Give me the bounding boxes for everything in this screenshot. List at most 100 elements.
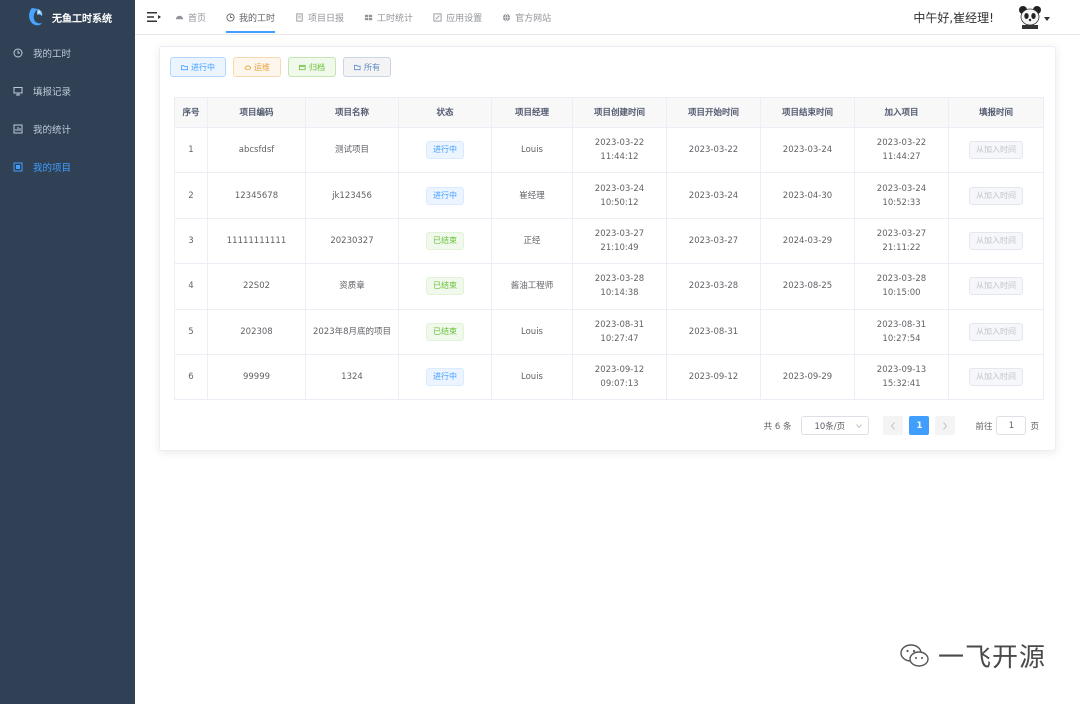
cell-start: 2023-08-31 [666,308,761,355]
settings-icon [433,12,442,22]
filter-button-3[interactable]: 归档 [288,57,336,77]
project-card: 进行中 运维 归档 所有 序号 项目编码 项目名称 状态 项目经理 项目创建时间 项目开始时间 项目… [159,46,1056,451]
project-table: 序号 项目编码 项目名称 状态 项目经理 项目创建时间 项目开始时间 项目结束时间 加入项目 填报… [174,97,1044,401]
column-header: 加入项目 [854,97,949,128]
chevron-left-icon [891,421,896,430]
wechat-icon [900,643,929,667]
cell-joined: 2023-03-22 11:44:27 [854,126,949,174]
filter-button-4[interactable]: 所有 [343,57,391,77]
cell-name: 20230327 [305,217,399,265]
goto-page-input[interactable] [996,416,1027,435]
cell-end: 2023-09-29 [760,353,855,401]
cell-created: 2023-03-27 21:10:49 [572,217,667,265]
filter-button-label: 所有 [364,62,380,72]
chart-icon [13,124,23,134]
table-row: 6 99999 1324 进行中 Louis 2023-09-12 09:07:13 202… [174,353,1044,401]
nav-tab-4[interactable]: 工时统计 [364,0,413,35]
panda-avatar-icon [1019,6,1041,29]
goto-label: 前往 [975,421,993,432]
top-navbar: 首页 我的工时 项目日报 工时统计 应用设置 官方网站 中午好,崔经理! [135,0,1080,35]
cell-status: 已结束 [398,308,492,355]
table-row: 5 202308 2023年8月底的项目 已结束 Louis 2023-08-31 10:… [174,308,1044,355]
app-title: 无鱼工时系统 [52,13,112,25]
brand[interactable]: 无鱼工时系统 [0,0,135,34]
page-number-current[interactable]: 1 [909,416,930,435]
column-header: 填报时间 [948,97,1044,128]
cell-action: 从加入时间 [948,172,1044,219]
nav-tab-label: 项目日报 [308,13,345,24]
cell-joined: 2023-03-24 10:52:33 [854,172,949,219]
nav-tab-6[interactable]: 官方网站 [502,0,551,35]
fill-time-button[interactable]: 从加入时间 [969,368,1023,387]
filter-button-1[interactable]: 进行中 [170,57,226,77]
nav-tab-5[interactable]: 应用设置 [433,0,482,35]
table-row: 2 12345678 jk123456 进行中 崔经理 2023-03-24 10:50:… [174,172,1044,219]
fill-time-button[interactable]: 从加入时间 [969,277,1023,296]
cell-manager: Louis [491,308,573,355]
fill-time-button[interactable]: 从加入时间 [969,141,1023,160]
cell-created: 2023-03-24 10:50:12 [572,172,667,219]
cell-no: 3 [174,217,208,265]
cell-manager: 酱油工程师 [491,263,573,310]
cell-end: 2024-03-29 [760,217,855,265]
nav-tab-label: 官方网站 [515,13,552,24]
cell-joined: 2023-03-28 10:15:00 [854,263,949,310]
sidebar-item-4[interactable]: 我的项目 [0,148,135,186]
cell-joined: 2023-09-13 15:32:41 [854,353,949,401]
fill-time-button[interactable]: 从加入时间 [969,322,1023,341]
sidebar-item-2[interactable]: 填报记录 [0,72,135,110]
fill-time-button[interactable]: 从加入时间 [969,231,1023,250]
cell-start: 2023-03-24 [666,172,761,219]
page-size-value: 10条/页 [814,421,846,432]
column-header: 项目结束时间 [760,97,855,128]
next-page-button[interactable] [935,416,956,435]
caret-down-icon[interactable] [1044,17,1050,21]
cell-created: 2023-03-22 11:44:12 [572,126,667,174]
watermark: 一飞开源 [900,637,1046,674]
cell-end: 2023-03-24 [760,126,855,174]
cell-start: 2023-03-28 [666,263,761,310]
cell-code: 12345678 [207,172,306,219]
sidebar-item-3[interactable]: 我的统计 [0,110,135,148]
user-avatar[interactable] [1016,3,1044,31]
table-row: 1 abcsfdsf 测试项目 进行中 Louis 2023-03-22 11:44:12… [174,126,1044,174]
table-header: 序号 项目编码 项目名称 状态 项目经理 项目创建时间 项目开始时间 项目结束时间 加入项目 填报… [174,97,1044,128]
cell-action: 从加入时间 [948,126,1044,174]
nav-tab-3[interactable]: 项目日报 [295,0,344,35]
nav-tab-label: 工时统计 [377,13,414,24]
fill-time-button[interactable]: 从加入时间 [969,186,1023,205]
column-header: 序号 [174,97,208,128]
filter-button-label: 运维 [254,62,270,72]
total-count: 共 6 条 [763,421,792,432]
nav-tab-label: 我的工时 [239,13,276,24]
cell-action: 从加入时间 [948,308,1044,355]
cell-created: 2023-09-12 09:07:13 [572,353,667,401]
column-header: 项目开始时间 [666,97,761,128]
cell-status: 已结束 [398,217,492,265]
watermark-text: 一飞开源 [937,643,1046,673]
sidebar-item-1[interactable]: 我的工时 [0,34,135,72]
prev-page-button[interactable] [883,416,904,435]
table-row: 3 11111111111 20230327 已结束 正经 2023-03-27 21:1… [174,217,1044,265]
nav-tab-label: 应用设置 [446,13,483,24]
sidebar-menu: 我的工时 填报记录 我的统计 我的项目 [0,34,135,186]
chevron-down-icon [856,423,863,428]
nav-tab-1[interactable]: 首页 [175,0,206,35]
nav-tab-2[interactable]: 我的工时 [226,0,276,35]
table-icon [364,14,373,20]
cell-end: 2023-08-25 [760,263,855,310]
hamburger-icon[interactable] [147,11,161,23]
cell-name: 测试项目 [305,126,399,174]
project-icon [13,162,23,172]
cell-code: 11111111111 [207,217,306,265]
cell-manager: 崔经理 [491,172,573,219]
table-body: 1 abcsfdsf 测试项目 进行中 Louis 2023-03-22 11:44:12… [174,126,1044,401]
clock-icon [13,48,23,58]
cell-status: 进行中 [398,353,492,401]
filter-group: 进行中 运维 归档 所有 [170,57,391,77]
page-size-select[interactable]: 10条/页 [801,416,870,435]
status-tag: 已结束 [426,322,464,341]
cell-no: 4 [174,263,208,310]
filter-button-2[interactable]: 运维 [233,57,281,77]
cell-name: 1324 [305,353,399,401]
